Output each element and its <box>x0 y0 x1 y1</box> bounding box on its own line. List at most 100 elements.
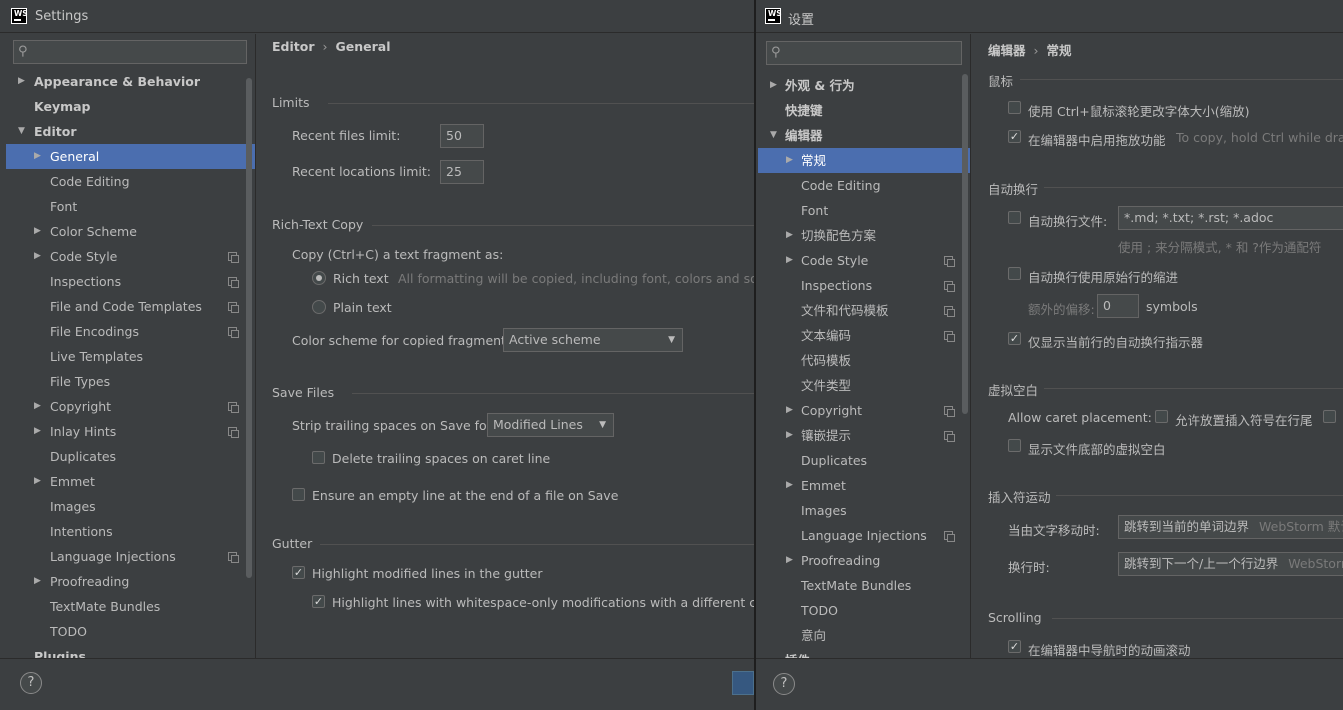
word-move-combo[interactable]: 跳转到当前的单词边界 WebStorm 默认 <box>1118 515 1343 539</box>
expand-right-icon[interactable]: ▶ <box>786 548 793 573</box>
plain-text-label[interactable]: Plain text <box>333 300 392 315</box>
virtual-space-bottom-label[interactable]: 显示文件底部的虚拟空白 <box>1028 439 1166 458</box>
expand-right-icon[interactable]: ▶ <box>34 244 41 269</box>
breadcrumb-parent[interactable]: 编辑器 <box>988 43 1026 58</box>
tree-item[interactable]: ▶ Appearance & Behavior <box>6 69 255 94</box>
tree-item[interactable]: ▶ Code Style <box>758 248 970 273</box>
original-indent-checkbox[interactable] <box>1008 267 1021 280</box>
expand-right-icon[interactable]: ▶ <box>786 148 793 173</box>
rich-text-label[interactable]: Rich text <box>333 271 389 286</box>
tree-item[interactable]: 代码模板 <box>758 348 970 373</box>
expand-right-icon[interactable]: ▶ <box>18 69 25 94</box>
tree-item[interactable]: Keymap <box>6 94 255 119</box>
tree-item[interactable]: ▶ 切换配色方案 <box>758 223 970 248</box>
tree-item[interactable]: Live Templates <box>6 344 255 369</box>
tree-item[interactable]: Images <box>758 498 970 523</box>
settings-search-input[interactable]: ⚲ <box>766 41 962 65</box>
ok-button[interactable] <box>732 671 754 695</box>
tree-item[interactable]: 文本编码 <box>758 323 970 348</box>
rich-text-radio[interactable] <box>312 271 326 285</box>
highlight-modified-label[interactable]: Highlight modified lines in the gutter <box>312 566 543 581</box>
tree-item[interactable]: ▶ Copyright <box>758 398 970 423</box>
ctrl-wheel-zoom-label[interactable]: 使用 Ctrl+鼠标滚轮更改字体大小(缩放) <box>1028 101 1249 120</box>
tree-item[interactable]: ▶ Proofreading <box>758 548 970 573</box>
tree-item[interactable]: ▶ Copyright <box>6 394 255 419</box>
tree-item[interactable]: Duplicates <box>758 448 970 473</box>
caret-inside-tabs-checkbox[interactable] <box>1323 410 1336 423</box>
tree-item[interactable]: ▼ Editor <box>6 119 255 144</box>
expand-right-icon[interactable]: ▶ <box>34 219 41 244</box>
original-indent-label[interactable]: 自动换行使用原始行的缩进 <box>1028 267 1178 286</box>
color-scheme-combo[interactable]: Active scheme ▼ <box>503 328 683 352</box>
expand-right-icon[interactable]: ▶ <box>786 248 793 273</box>
tree-item[interactable]: ▶ Proofreading <box>6 569 255 594</box>
tree-item[interactable]: 文件类型 <box>758 373 970 398</box>
expand-right-icon[interactable]: ▶ <box>34 469 41 494</box>
tree-item[interactable]: 快捷键 <box>758 98 970 123</box>
tree-item[interactable]: Inspections <box>6 269 255 294</box>
tree-item[interactable]: ▼ 编辑器 <box>758 123 970 148</box>
tree-item[interactable]: Language Injections <box>758 523 970 548</box>
soft-wrap-files-input[interactable]: *.md; *.txt; *.rst; *.adoc <box>1118 206 1343 230</box>
tree-item[interactable]: 文件和代码模板 <box>758 298 970 323</box>
expand-right-icon[interactable]: ▶ <box>34 144 41 169</box>
tree-item[interactable]: ▶ 外观 & 行为 <box>758 73 970 98</box>
recent-locations-input[interactable]: 25 <box>440 160 484 184</box>
tree-item[interactable]: ▶ Color Scheme <box>6 219 255 244</box>
ctrl-wheel-zoom-checkbox[interactable] <box>1008 101 1021 114</box>
drag-drop-label[interactable]: 在编辑器中启用拖放功能 <box>1028 130 1166 149</box>
virtual-space-bottom-checkbox[interactable] <box>1008 439 1021 452</box>
drag-drop-checkbox[interactable]: ✓ <box>1008 130 1021 143</box>
tree-item[interactable]: TODO <box>758 598 970 623</box>
tree-item[interactable]: 插件 <box>758 648 970 658</box>
sidebar-scrollbar[interactable] <box>246 78 252 578</box>
soft-wrap-files-label[interactable]: 自动换行文件: <box>1028 211 1107 230</box>
caret-after-end-checkbox[interactable] <box>1155 410 1168 423</box>
expand-right-icon[interactable]: ▶ <box>786 473 793 498</box>
tree-item[interactable]: Plugins <box>6 644 255 658</box>
tree-item[interactable]: 意向 <box>758 623 970 648</box>
expand-right-icon[interactable]: ▶ <box>786 223 793 248</box>
expand-right-icon[interactable]: ▶ <box>770 73 777 98</box>
caret-after-end-label[interactable]: 允许放置插入符号在行尾 <box>1175 410 1313 429</box>
tree-item[interactable]: Duplicates <box>6 444 255 469</box>
expand-down-icon[interactable]: ▼ <box>18 119 25 144</box>
delete-caret-label[interactable]: Delete trailing spaces on caret line <box>332 451 550 466</box>
tree-item[interactable]: ▶ General <box>6 144 255 169</box>
tree-item[interactable]: ▶ 常规 <box>758 148 970 173</box>
ensure-empty-line-label[interactable]: Ensure an empty line at the end of a fil… <box>312 488 618 503</box>
expand-right-icon[interactable]: ▶ <box>34 419 41 444</box>
help-button[interactable]: ? <box>20 672 42 694</box>
tree-item[interactable]: ▶ Inlay Hints <box>6 419 255 444</box>
current-line-indicator-label[interactable]: 仅显示当前行的自动换行指示器 <box>1028 332 1203 351</box>
animated-scrolling-checkbox[interactable]: ✓ <box>1008 640 1021 653</box>
animated-scrolling-label[interactable]: 在编辑器中导航时的动画滚动 <box>1028 640 1191 658</box>
expand-down-icon[interactable]: ▼ <box>770 123 777 148</box>
tree-item[interactable]: File and Code Templates <box>6 294 255 319</box>
highlight-whitespace-label[interactable]: Highlight lines with whitespace-only mod… <box>332 595 754 610</box>
tree-item[interactable]: ▶ 镶嵌提示 <box>758 423 970 448</box>
breadcrumb-parent[interactable]: Editor <box>272 39 315 54</box>
tree-item[interactable]: File Types <box>6 369 255 394</box>
sidebar-scrollbar[interactable] <box>962 74 968 414</box>
tree-item[interactable]: Language Injections <box>6 544 255 569</box>
tree-item[interactable]: Intentions <box>6 519 255 544</box>
tree-item[interactable]: Code Editing <box>6 169 255 194</box>
plain-text-radio[interactable] <box>312 300 326 314</box>
tree-item[interactable]: TextMate Bundles <box>758 573 970 598</box>
help-button[interactable]: ? <box>773 673 795 695</box>
expand-right-icon[interactable]: ▶ <box>786 423 793 448</box>
expand-right-icon[interactable]: ▶ <box>34 569 41 594</box>
recent-files-input[interactable]: 50 <box>440 124 484 148</box>
expand-right-icon[interactable]: ▶ <box>34 394 41 419</box>
line-move-combo[interactable]: 跳转到下一个/上一个行边界 WebStorm <box>1118 552 1343 576</box>
current-line-indicator-checkbox[interactable]: ✓ <box>1008 332 1021 345</box>
settings-search-input[interactable]: ⚲ <box>13 40 247 64</box>
highlight-whitespace-checkbox[interactable]: ✓ <box>312 595 325 608</box>
tree-item[interactable]: ▶ Code Style <box>6 244 255 269</box>
tree-item[interactable]: Code Editing <box>758 173 970 198</box>
tree-item[interactable]: TextMate Bundles <box>6 594 255 619</box>
tree-item[interactable]: Font <box>758 198 970 223</box>
tree-item[interactable]: ▶ Emmet <box>6 469 255 494</box>
extra-shift-input[interactable]: 0 <box>1097 294 1139 318</box>
